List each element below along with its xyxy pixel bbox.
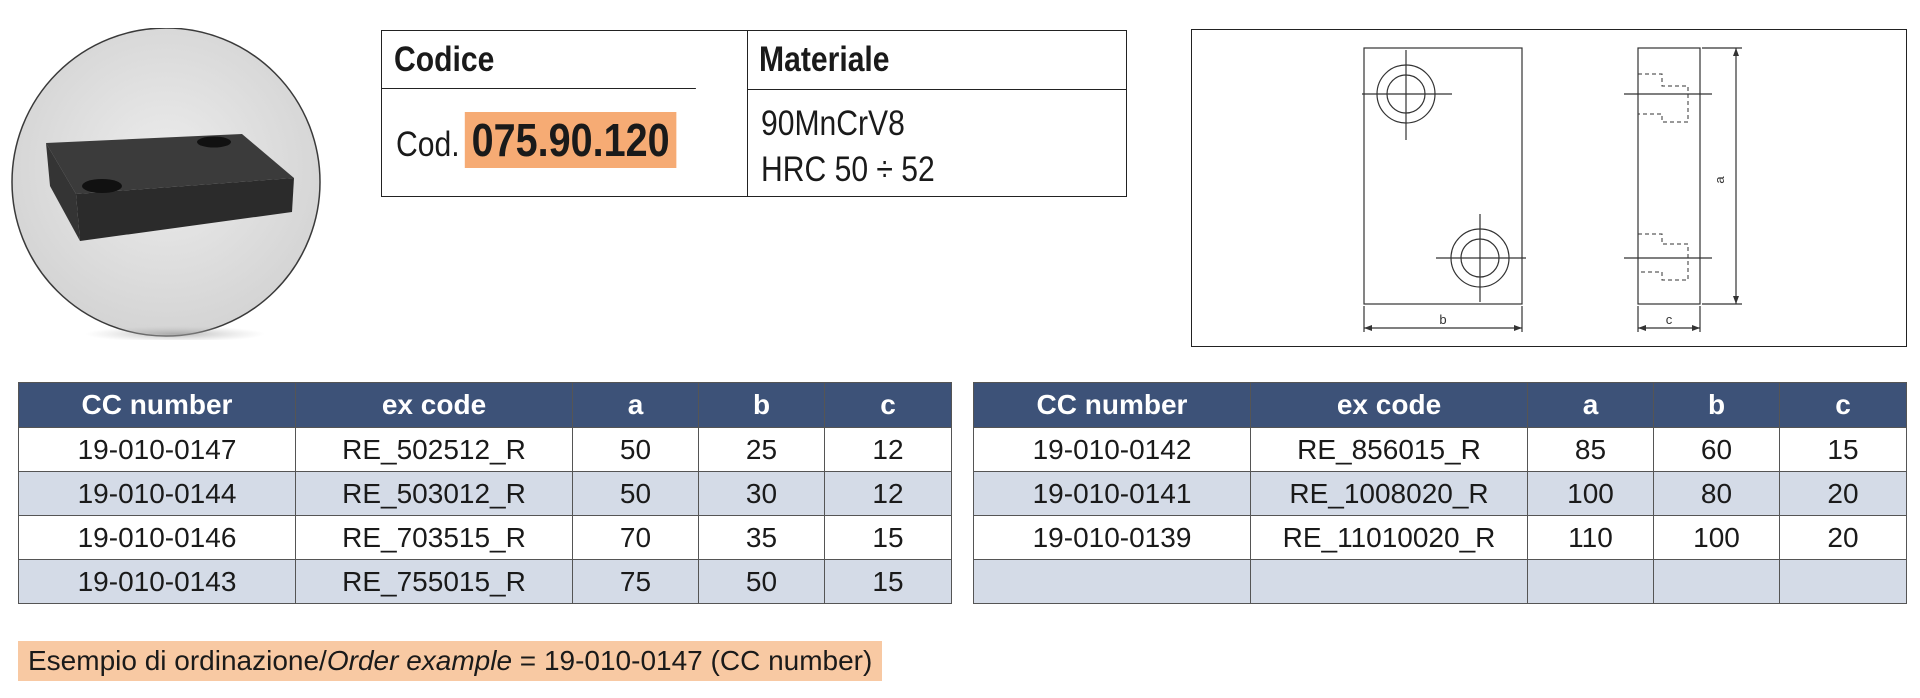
material-name: 90MnCrV8: [761, 104, 905, 143]
cell-c: 12: [824, 427, 952, 472]
code-material-box: Codice Cod. 075.90.120 Materiale 90MnCrV8…: [381, 30, 1127, 197]
order-example: Esempio di ordinazione/Order example = 1…: [18, 641, 883, 681]
cell-b: 60: [1653, 427, 1780, 472]
cell-b: 100: [1653, 515, 1780, 560]
cell-c: 20: [1779, 515, 1907, 560]
cell-cc-number: 19-010-0144: [18, 471, 296, 516]
table-row: 19-010-0144 RE_503012_R 50 30 12: [18, 471, 952, 516]
header-c: c: [824, 382, 952, 428]
cell-cc-number: [973, 559, 1251, 604]
header-a: a: [1527, 382, 1654, 428]
header-b: b: [1653, 382, 1780, 428]
table-row: 19-010-0143 RE_755015_R 75 50 15: [18, 559, 952, 604]
code-line: Cod. 075.90.120: [396, 112, 677, 168]
code-column: Codice Cod. 075.90.120: [382, 31, 748, 196]
header-b: b: [698, 382, 825, 428]
order-label-it: Esempio di ordinazione/: [28, 645, 327, 676]
material-column: Materiale 90MnCrV8 HRC 50 ÷ 52: [747, 31, 1126, 196]
cell-b: 25: [698, 427, 825, 472]
header-cc-number: CC number: [18, 382, 296, 428]
cell-b: 80: [1653, 471, 1780, 516]
cell-b: [1653, 559, 1780, 604]
divider: [747, 89, 1126, 90]
table-row: 19-010-0146 RE_703515_R 70 35 15: [18, 515, 952, 560]
order-value: = 19-010-0147 (CC number): [512, 645, 873, 676]
cell-b: 30: [698, 471, 825, 516]
cell-cc-number: 19-010-0146: [18, 515, 296, 560]
table-row: 19-010-0139 RE_11010020_R 110 100 20: [973, 515, 1907, 560]
cell-a: 70: [572, 515, 699, 560]
dim-a-label: a: [1712, 176, 1727, 184]
dimensions-table-left: CC number ex code a b c 19-010-0147 RE_5…: [18, 382, 952, 604]
table-row: 19-010-0147 RE_502512_R 50 25 12: [18, 427, 952, 472]
cell-c: 15: [824, 559, 952, 604]
product-photo: [10, 28, 322, 340]
cell-c: 15: [824, 515, 952, 560]
table-header-row: CC number ex code a b c: [973, 382, 1907, 428]
dimensions-table-right: CC number ex code a b c 19-010-0142 RE_8…: [973, 382, 1907, 604]
cell-ex-code: RE_1008020_R: [1250, 471, 1528, 516]
table-row: 19-010-0142 RE_856015_R 85 60 15: [973, 427, 1907, 472]
header-c: c: [1779, 382, 1907, 428]
cell-a: 75: [572, 559, 699, 604]
header-ex-code: ex code: [295, 382, 573, 428]
dim-c-label: c: [1666, 312, 1673, 327]
material-header: Materiale: [759, 40, 890, 79]
cell-c: 20: [1779, 471, 1907, 516]
header-a: a: [572, 382, 699, 428]
table-row: 19-010-0141 RE_1008020_R 100 80 20: [973, 471, 1907, 516]
cell-b: 35: [698, 515, 825, 560]
cell-ex-code: RE_502512_R: [295, 427, 573, 472]
cell-ex-code: RE_856015_R: [1250, 427, 1528, 472]
technical-drawing: b c a: [1191, 29, 1907, 347]
cell-ex-code: RE_11010020_R: [1250, 515, 1528, 560]
cell-cc-number: 19-010-0139: [973, 515, 1251, 560]
cell-a: 50: [572, 427, 699, 472]
cell-c: [1779, 559, 1907, 604]
order-label-en: Order example: [326, 645, 513, 676]
cell-a: 110: [1527, 515, 1654, 560]
cell-cc-number: 19-010-0147: [18, 427, 296, 472]
cell-b: 50: [698, 559, 825, 604]
cell-cc-number: 19-010-0141: [973, 471, 1251, 516]
cell-cc-number: 19-010-0143: [18, 559, 296, 604]
material-hardness: HRC 50 ÷ 52: [761, 150, 935, 189]
table-row: [973, 559, 1907, 604]
header-ex-code: ex code: [1250, 382, 1528, 428]
cell-ex-code: RE_703515_R: [295, 515, 573, 560]
cell-c: 15: [1779, 427, 1907, 472]
cell-cc-number: 19-010-0142: [973, 427, 1251, 472]
code-header: Codice: [382, 31, 696, 89]
cell-c: 12: [824, 471, 952, 516]
code-value: 075.90.120: [464, 112, 677, 168]
cell-ex-code: [1250, 559, 1528, 604]
header-cc-number: CC number: [973, 382, 1251, 428]
cell-a: 50: [572, 471, 699, 516]
code-prefix: Cod.: [396, 125, 460, 164]
table-header-row: CC number ex code a b c: [18, 382, 952, 428]
cell-ex-code: RE_503012_R: [295, 471, 573, 516]
dim-b-label: b: [1439, 312, 1446, 327]
material-spec: 90MnCrV8 HRC 50 ÷ 52: [761, 101, 935, 193]
cell-a: 100: [1527, 471, 1654, 516]
cell-a: [1527, 559, 1654, 604]
cell-ex-code: RE_755015_R: [295, 559, 573, 604]
cell-a: 85: [1527, 427, 1654, 472]
